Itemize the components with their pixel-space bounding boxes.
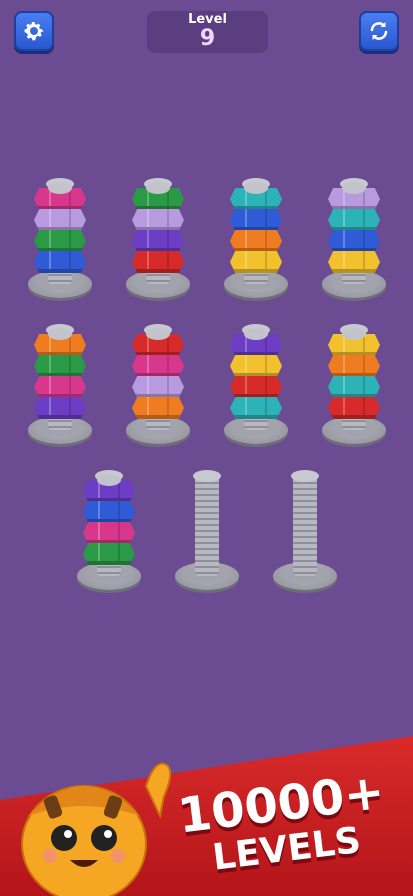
bolt-cap: [291, 470, 319, 482]
bolt-rod[interactable]: [322, 324, 386, 444]
bolt-tip: [48, 328, 72, 340]
settings-button[interactable]: [14, 11, 54, 51]
restart-button[interactable]: [359, 11, 399, 51]
bolt-rod[interactable]: [273, 470, 337, 590]
bolt-rod[interactable]: [224, 178, 288, 298]
bolt-tip: [48, 182, 72, 194]
nut-orange[interactable]: [230, 230, 282, 252]
bolt-tip: [342, 182, 366, 194]
bolt-rod[interactable]: [224, 324, 288, 444]
level-number: 9: [199, 26, 216, 51]
refresh-icon: [370, 22, 388, 40]
nut-green[interactable]: [34, 355, 86, 377]
bolt-rod[interactable]: [175, 470, 239, 590]
nut-pink[interactable]: [132, 355, 184, 377]
mascot-image: [21, 762, 172, 896]
nut-blue[interactable]: [34, 251, 86, 273]
nut-yellow[interactable]: [230, 251, 282, 273]
bolt-tip: [244, 328, 268, 340]
bolt-tip: [244, 182, 268, 194]
nut-red[interactable]: [132, 251, 184, 273]
level-label: Level: [188, 12, 227, 27]
nut-orange[interactable]: [132, 397, 184, 419]
bolt-tip: [342, 328, 366, 340]
nut-yellow[interactable]: [230, 355, 282, 377]
nut-red[interactable]: [230, 376, 282, 398]
nut-orange[interactable]: [328, 355, 380, 377]
bolt-tip: [146, 328, 170, 340]
nut-purple[interactable]: [34, 397, 86, 419]
nut-blue[interactable]: [83, 501, 135, 523]
bolt-rod[interactable]: [28, 178, 92, 298]
bolt-tip: [146, 182, 170, 194]
bolt-rod[interactable]: [77, 470, 141, 590]
nut-lavender[interactable]: [132, 209, 184, 231]
nut-lavender[interactable]: [132, 376, 184, 398]
bolt-rod[interactable]: [28, 324, 92, 444]
nut-teal[interactable]: [328, 376, 380, 398]
nut-green[interactable]: [34, 230, 86, 252]
bolt-shaft: [293, 472, 317, 576]
nut-pink[interactable]: [34, 376, 86, 398]
nut-red[interactable]: [328, 397, 380, 419]
bolt-shaft: [195, 472, 219, 576]
nut-teal[interactable]: [328, 209, 380, 231]
nut-purple[interactable]: [132, 230, 184, 252]
nut-green[interactable]: [83, 543, 135, 565]
nut-teal[interactable]: [230, 397, 282, 419]
bolt-rod[interactable]: [126, 178, 190, 298]
nut-lavender[interactable]: [34, 209, 86, 231]
nut-blue[interactable]: [230, 209, 282, 231]
nut-yellow[interactable]: [328, 251, 380, 273]
nut-blue[interactable]: [328, 230, 380, 252]
gear-icon: [24, 22, 44, 41]
bolt-tip: [97, 474, 121, 486]
nut-pink[interactable]: [83, 522, 135, 544]
bolt-rod[interactable]: [322, 178, 386, 298]
bolt-rod[interactable]: [126, 324, 190, 444]
level-indicator: Level 9: [147, 11, 268, 53]
bolt-cap: [193, 470, 221, 482]
